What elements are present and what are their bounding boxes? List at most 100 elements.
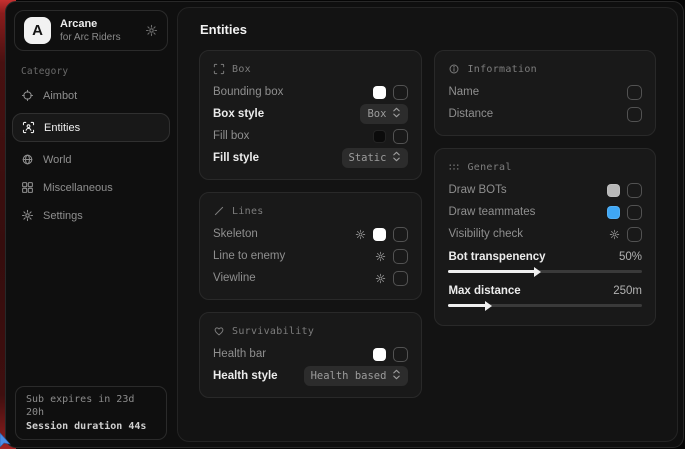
sidebar-nav: Aimbot Entities World Miscellaneous Settings: [6, 82, 176, 230]
sidebar-item-label: Entities: [44, 122, 80, 134]
sidebar-item-label: World: [43, 154, 72, 166]
session-duration-text: Session duration 44s: [26, 420, 156, 434]
setting-row: Name: [448, 81, 642, 103]
sidebar-item-settings[interactable]: Settings: [6, 202, 176, 229]
row-settings-gear-icon[interactable]: [355, 229, 366, 240]
setting-row: Skeleton: [213, 223, 408, 245]
slider[interactable]: [448, 304, 642, 307]
row-controls: [607, 205, 642, 220]
color-swatch[interactable]: [607, 184, 620, 197]
checkbox[interactable]: [627, 205, 642, 220]
color-swatch[interactable]: [373, 86, 386, 99]
setting-row: Distance: [448, 103, 642, 125]
checkbox[interactable]: [627, 85, 642, 100]
brand-gear-icon[interactable]: [145, 24, 158, 37]
sidebar-item-aimbot[interactable]: Aimbot: [6, 82, 176, 109]
unfold-more-icon: [392, 151, 401, 165]
category-label: Category: [6, 55, 176, 82]
row-label: Fill box: [213, 130, 249, 142]
color-swatch[interactable]: [373, 130, 386, 143]
setting-row: Bounding box: [213, 81, 408, 103]
checkbox[interactable]: [393, 227, 408, 242]
slider[interactable]: [448, 270, 642, 273]
checkbox[interactable]: [393, 347, 408, 362]
panel-header: General: [448, 157, 642, 179]
row-controls: [355, 227, 408, 242]
unfold-more-icon: [392, 107, 401, 121]
row-label: Fill style: [213, 152, 259, 164]
checkbox[interactable]: [627, 107, 642, 122]
sidebar-item-entities[interactable]: Entities: [12, 113, 170, 142]
arcane-menu-window: A Arcane for Arc Riders Category Aimbot E…: [5, 1, 684, 448]
checkbox[interactable]: [627, 183, 642, 198]
color-swatch[interactable]: [373, 348, 386, 361]
scan-corners-icon: [213, 63, 225, 75]
select-button[interactable]: Health based: [304, 366, 409, 386]
slider-value: 50%: [619, 251, 642, 263]
setting-row: Fill style Static: [213, 147, 408, 169]
panel-title: Survivability: [232, 326, 314, 337]
checkbox[interactable]: [393, 85, 408, 100]
checkbox[interactable]: [393, 129, 408, 144]
row-controls: [375, 271, 408, 286]
slider-thumb[interactable]: [485, 301, 492, 311]
row-label: Distance: [448, 108, 493, 120]
arcane-logo: A: [24, 17, 51, 44]
panel-title: Lines: [232, 206, 264, 217]
panel-survivability: Survivability Health bar Health style Healt…: [199, 312, 422, 398]
select-button[interactable]: Box: [360, 104, 408, 124]
grid-dots-icon: [448, 161, 460, 173]
setting-row: Draw teammates: [448, 201, 642, 223]
page-title: Entities: [200, 22, 662, 37]
panel-column: BoxBounding boxBox styleBoxFill boxFill …: [199, 50, 422, 398]
row-label: Bot transpenency: [448, 251, 545, 263]
panel-general: General Draw BOTs Draw teammates Visibility…: [434, 148, 656, 326]
row-controls: [373, 129, 408, 144]
setting-row: Health bar: [213, 343, 408, 365]
row-controls: [609, 227, 642, 242]
row-settings-gear-icon[interactable]: [609, 229, 620, 240]
setting-row: Visibility check: [448, 223, 642, 245]
row-settings-gear-icon[interactable]: [375, 273, 386, 284]
slider-thumb[interactable]: [534, 267, 541, 277]
sidebar: A Arcane for Arc Riders Category Aimbot E…: [6, 2, 176, 447]
setting-row: Viewline: [213, 267, 408, 289]
panel-header: Box: [213, 59, 408, 81]
crosshair-icon: [21, 89, 34, 102]
layout-grid-icon: [21, 181, 34, 194]
row-controls: Box: [360, 104, 408, 124]
sidebar-item-world[interactable]: World: [6, 146, 176, 173]
row-label: Visibility check: [448, 228, 523, 240]
sub-expiry-text: Sub expires in 23d 20h: [26, 393, 156, 420]
brand-title: Arcane: [60, 18, 121, 31]
row-label: Draw teammates: [448, 206, 535, 218]
row-controls: [373, 85, 408, 100]
setting-row: Line to enemy: [213, 245, 408, 267]
sidebar-item-miscellaneous[interactable]: Miscellaneous: [6, 174, 176, 201]
checkbox[interactable]: [627, 227, 642, 242]
slider-row: Max distance 250m: [448, 281, 642, 301]
row-settings-gear-icon[interactable]: [375, 251, 386, 262]
setting-row: Fill box: [213, 125, 408, 147]
row-controls: [375, 249, 408, 264]
color-swatch[interactable]: [607, 206, 620, 219]
color-swatch[interactable]: [373, 228, 386, 241]
select-button[interactable]: Static: [342, 148, 409, 168]
sidebar-item-label: Miscellaneous: [43, 182, 113, 194]
brand-card: A Arcane for Arc Riders: [14, 10, 168, 51]
info-icon: [448, 63, 460, 75]
checkbox[interactable]: [393, 271, 408, 286]
panel-lines: Lines Skeleton Line to enemyViewline: [199, 192, 422, 300]
heart-icon: [213, 325, 225, 337]
row-controls: Static: [342, 148, 409, 168]
row-label: Health style: [213, 370, 278, 382]
panel-title: General: [467, 162, 511, 173]
slider-row: Bot transpenency 50%: [448, 247, 642, 267]
row-label: Max distance: [448, 285, 520, 297]
slider-value: 250m: [613, 285, 642, 297]
checkbox[interactable]: [393, 249, 408, 264]
row-label: Draw BOTs: [448, 184, 506, 196]
brand-subtitle: for Arc Riders: [60, 32, 121, 44]
mouse-cursor: [0, 432, 14, 448]
row-label: Skeleton: [213, 228, 258, 240]
